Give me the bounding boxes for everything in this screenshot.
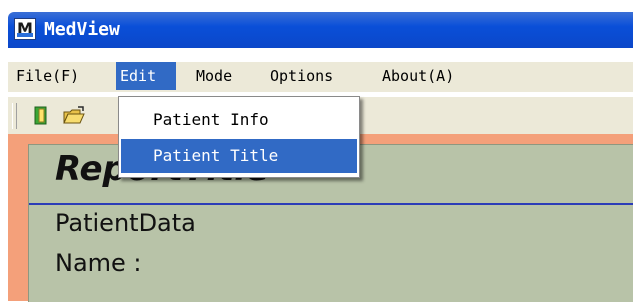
new-document-icon [34,106,47,125]
open-folder-icon [63,106,85,124]
app-m-icon[interactable]: M [14,18,36,40]
name-label: Name : [55,249,142,277]
window-title: MedView [44,19,120,40]
patient-data-heading[interactable]: PatientData [55,209,196,237]
menu-about[interactable]: About(A) [378,62,458,90]
toolbar-grip[interactable] [12,103,17,129]
menu-item-patient-title[interactable]: Patient Title [121,139,357,173]
title-bar: M MedView [8,12,633,48]
menu-options[interactable]: Options [266,62,337,90]
menu-item-patient-info[interactable]: Patient Info [121,103,357,137]
title-divider [29,203,633,205]
open-folder-button[interactable] [60,103,88,129]
edit-dropdown-menu: Patient Info Patient Title [118,96,360,178]
menu-mode[interactable]: Mode [192,62,236,90]
menu-file[interactable]: File(F) [12,62,83,90]
menu-bar: File(F) Edit Mode Options About(A) [8,62,633,92]
menu-edit[interactable]: Edit [116,62,176,90]
new-document-button[interactable] [28,103,56,129]
